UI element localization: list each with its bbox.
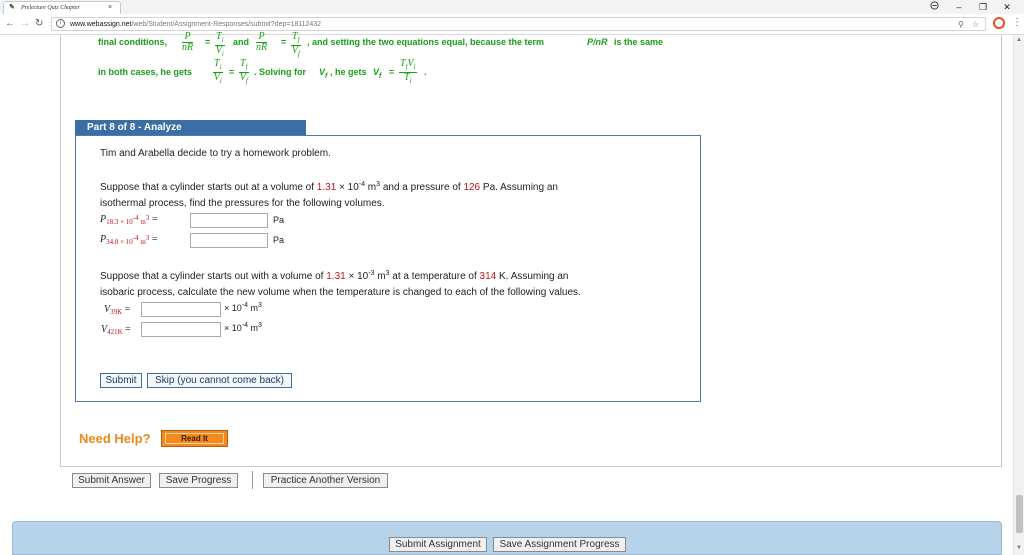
- url-input[interactable]: i www.webassign.net/web/Student/Assignme…: [51, 17, 986, 31]
- submit-part-button[interactable]: Submit: [100, 373, 142, 388]
- bookmark-star-icon[interactable]: ☆: [972, 20, 979, 29]
- pressure-2-unit: Pa: [273, 235, 285, 245]
- url-text[interactable]: www.webassign.net/web/Student/Assignment…: [70, 20, 321, 29]
- equals-sign: =: [389, 67, 395, 77]
- volume-2-unit: × 10-4 m3: [224, 322, 262, 333]
- solution-vf: Vf: [319, 67, 328, 80]
- tab-strip: ✎ Prelecture Quiz Chapter × – ❐ ✕: [0, 0, 1024, 14]
- equals-sign: =: [205, 37, 211, 47]
- solution-fraction: Ti Vi: [213, 58, 223, 85]
- save-progress-button[interactable]: Save Progress: [159, 473, 238, 488]
- solution-fraction: Tf Vf: [291, 31, 301, 58]
- solution-line2-start: in both cases, he gets: [98, 67, 193, 77]
- solution-fraction: PnR: [182, 31, 194, 53]
- submit-assignment-button[interactable]: Submit Assignment: [389, 537, 487, 552]
- pressure-1-label: P18.3 × 10-4 m3 =: [100, 214, 158, 226]
- scroll-up-arrow-icon[interactable]: ▲: [1016, 37, 1022, 43]
- maximize-button[interactable]: ❐: [973, 0, 993, 14]
- volume-1-label: V39K =: [104, 304, 131, 316]
- solution-fraction: PnR: [256, 31, 268, 53]
- volume-2-label: V421K =: [101, 324, 131, 336]
- skip-part-button[interactable]: Skip (you cannot come back): [147, 373, 292, 388]
- part-intro: Tim and Arabella decide to try a homewor…: [100, 148, 331, 159]
- solution-line1-end: is the same: [614, 37, 664, 47]
- pressure-1-input[interactable]: [190, 213, 268, 228]
- forward-arrow-icon[interactable]: →: [20, 18, 30, 30]
- address-bar: ← → ↻ i www.webassign.net/web/Student/As…: [0, 14, 1024, 35]
- pressure-1-unit: Pa: [273, 215, 285, 225]
- reload-icon[interactable]: ↻: [35, 18, 43, 30]
- back-arrow-icon[interactable]: ←: [5, 18, 15, 30]
- tab-close-icon[interactable]: ×: [108, 3, 112, 12]
- pressure-2-label: P34.8 × 10-4 m3 =: [100, 234, 158, 246]
- scrollbar-thumb[interactable]: [1016, 495, 1023, 533]
- webassign-favicon-icon: ✎: [9, 4, 15, 11]
- window-close-button[interactable]: ✕: [997, 0, 1017, 14]
- save-assignment-progress-button[interactable]: Save Assignment Progress: [493, 537, 626, 552]
- minimize-button[interactable]: –: [949, 0, 969, 14]
- isobaric-question-line1: Suppose that a cylinder starts out with …: [100, 270, 569, 282]
- isothermal-question-line1: Suppose that a cylinder starts out at a …: [100, 181, 558, 193]
- practice-another-version-button[interactable]: Practice Another Version: [263, 473, 388, 488]
- volume-1-input[interactable]: [141, 302, 221, 317]
- solution-vf: Vf: [373, 67, 382, 80]
- solution-fraction: Ti Vi: [215, 31, 225, 58]
- solution-period: .: [424, 67, 427, 77]
- extension-icon[interactable]: [993, 17, 1005, 29]
- page-content: final conditions, PnR = Ti Vi and PnR = T…: [0, 31, 1024, 555]
- scroll-down-arrow-icon[interactable]: ▼: [1016, 545, 1022, 551]
- account-icon[interactable]: [924, 0, 944, 14]
- part-header: Part 8 of 8 - Analyze: [75, 120, 306, 135]
- equals-sign: =: [281, 37, 287, 47]
- action-divider: [252, 471, 253, 489]
- volume-1-unit: × 10-4 m3: [224, 302, 262, 313]
- zoom-icon[interactable]: ⚲: [958, 20, 964, 29]
- solution-fraction: TfVi Ti: [399, 58, 417, 85]
- pressure-2-input[interactable]: [190, 233, 268, 248]
- need-help-label: Need Help?: [79, 431, 151, 446]
- isobaric-question-line2: isobaric process, calculate the new volu…: [100, 287, 581, 298]
- solution-term: P/nR: [587, 37, 608, 47]
- page-scrollbar[interactable]: ▲ ▼: [1013, 35, 1024, 555]
- solution-line1-start: final conditions,: [98, 37, 167, 47]
- browser-tab[interactable]: ✎ Prelecture Quiz Chapter ×: [3, 1, 121, 14]
- read-it-button[interactable]: Read It: [161, 430, 228, 447]
- volume-2-input[interactable]: [141, 322, 221, 337]
- solution-line1-middle: , and setting the two equations equal, b…: [307, 37, 545, 47]
- solution-line2-gets: , he gets: [330, 67, 367, 77]
- equals-sign: =: [229, 67, 235, 77]
- submit-answer-button[interactable]: Submit Answer: [72, 473, 151, 488]
- part-box: [75, 135, 701, 402]
- solution-line2-middle: . Solving for: [254, 67, 307, 77]
- isothermal-question-line2: isothermal process, find the pressures f…: [100, 198, 385, 209]
- solution-and: and: [233, 37, 250, 47]
- tab-title: Prelecture Quiz Chapter: [21, 5, 80, 11]
- solution-fraction: Tf Vf: [239, 58, 249, 85]
- browser-menu-icon[interactable]: ⋮: [1012, 17, 1022, 29]
- info-icon[interactable]: i: [56, 19, 65, 28]
